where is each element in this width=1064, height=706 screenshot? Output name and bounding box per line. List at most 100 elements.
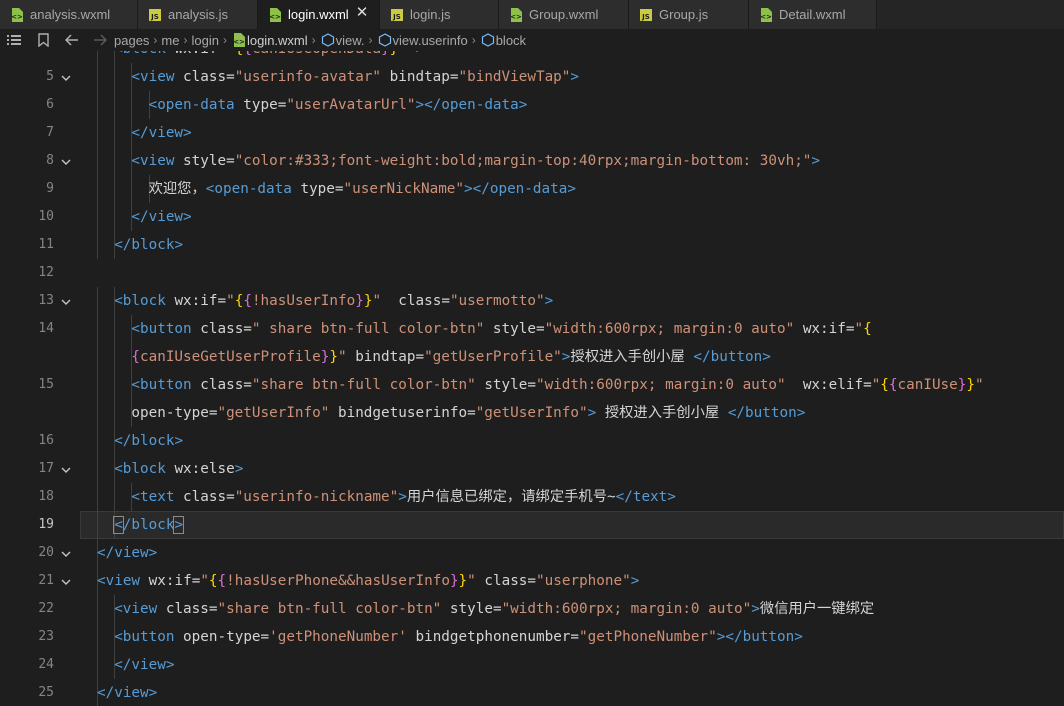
code-line[interactable]: 24 </view> [0, 651, 1064, 679]
breadcrumb-item-block[interactable]: block [496, 33, 526, 48]
tab-login-js[interactable]: JS login.js [380, 0, 499, 29]
fold-chevron-icon[interactable] [60, 155, 72, 167]
code-text[interactable]: <text class="userinfo-nickname">用户信息已绑定，… [131, 483, 676, 511]
line-number: 24 [38, 657, 54, 672]
code-line[interactable]: 17 <block wx:else> [0, 455, 1064, 483]
list-icon[interactable] [0, 29, 28, 51]
code-text[interactable]: </view> [97, 539, 157, 567]
tab-analysis-wxml[interactable]: <> analysis.wxml [0, 0, 138, 29]
tab-label: analysis.js [168, 7, 228, 22]
tab-login-wxml[interactable]: <> login.wxml ✕ [258, 0, 380, 29]
code-line[interactable]: 7 </view> [0, 119, 1064, 147]
tab-group-wxml[interactable]: <> Group.wxml [499, 0, 629, 29]
back-arrow-icon[interactable] [58, 29, 86, 51]
code-text[interactable]: <button open-type='getPhoneNumber' bindg… [114, 623, 803, 651]
breadcrumb-item-view[interactable]: view. [336, 33, 365, 48]
chevron-right-icon: › [183, 33, 188, 47]
code-line[interactable]: 19 </block> [0, 511, 1064, 539]
fold-chevron-icon[interactable] [60, 295, 72, 307]
indent-guide [97, 51, 98, 63]
code-line[interactable]: {canIUseGetUserProfile}}" bindtap="getUs… [0, 343, 1064, 371]
svg-text:JS: JS [641, 13, 650, 21]
breadcrumb-item-pages[interactable]: pages [114, 33, 149, 48]
code-line[interactable]: <block wx:if="{{canIUseOpenData}}" > [0, 51, 1064, 63]
line-number: 5 [46, 69, 54, 84]
code-line[interactable]: 9 欢迎您，<open-data type="userNickName"></op… [0, 175, 1064, 203]
code-text[interactable]: <view class="share btn-full color-btn" s… [114, 595, 874, 623]
line-number: 16 [38, 433, 54, 448]
code-text[interactable]: </view> [131, 119, 191, 147]
code-text[interactable]: <button class="share btn-full color-btn"… [131, 371, 983, 399]
code-text[interactable]: <block wx:else> [114, 455, 243, 483]
breadcrumb-item-file[interactable]: login.wxml [247, 33, 308, 48]
code-line[interactable]: 11 </block> [0, 231, 1064, 259]
fold-chevron-icon[interactable] [60, 575, 72, 587]
code-text[interactable]: </block> [114, 231, 183, 259]
code-text[interactable]: <view wx:if="{{!hasUserPhone&&hasUserInf… [97, 567, 639, 595]
chevron-right-icon: › [311, 33, 316, 47]
code-line[interactable]: 18 <text class="userinfo-nickname">用户信息已绑… [0, 483, 1064, 511]
code-text[interactable]: </block> [113, 511, 185, 539]
close-icon[interactable]: ✕ [355, 5, 369, 20]
svg-text:<>: <> [510, 13, 522, 21]
code-line[interactable]: 14 <button class=" share btn-full color-b… [0, 315, 1064, 343]
code-text[interactable]: <open-data type="userAvatarUrl"></open-d… [149, 91, 528, 119]
bookmark-icon[interactable] [28, 29, 58, 51]
code-editor[interactable]: <block wx:if="{{canIUseOpenData}}" > 5 <vi… [0, 51, 1064, 706]
code-line[interactable]: 25 </view> [0, 679, 1064, 706]
code-line[interactable]: 8 <view style="color:#333;font-weight:bol… [0, 147, 1064, 175]
fold-chevron-icon[interactable] [60, 547, 72, 559]
element-icon [320, 29, 336, 51]
line-number: 12 [38, 265, 54, 280]
code-text[interactable]: </view> [131, 203, 191, 231]
code-line[interactable]: 22 <view class="share btn-full color-btn"… [0, 595, 1064, 623]
indent-guide [114, 175, 116, 203]
code-text[interactable]: <view class="userinfo-avatar" bindtap="b… [131, 63, 579, 91]
code-line[interactable]: 23 <button open-type='getPhoneNumber' bin… [0, 623, 1064, 651]
code-line[interactable]: 20 </view> [0, 539, 1064, 567]
code-line[interactable]: 13 <block wx:if="{{!hasUserInfo}}" class=… [0, 287, 1064, 315]
tab-group-js[interactable]: JS Group.js [629, 0, 749, 29]
breadcrumb-item-view-userinfo[interactable]: view.userinfo [393, 33, 468, 48]
line-number: 25 [38, 685, 54, 700]
code-line[interactable]: open-type="getUserInfo" bindgetuserinfo=… [0, 399, 1064, 427]
code-text[interactable]: <block wx:if="{{!hasUserInfo}}" class="u… [114, 287, 553, 315]
code-line[interactable]: 16 </block> [0, 427, 1064, 455]
indent-guide [114, 371, 116, 399]
indent-guide [97, 119, 98, 147]
code-text[interactable]: </view> [97, 679, 157, 706]
indent-guide [97, 511, 98, 539]
fold-chevron-icon[interactable] [60, 71, 72, 83]
code-line[interactable]: 6 <open-data type="userAvatarUrl"></open-… [0, 91, 1064, 119]
code-text[interactable]: </block> [114, 427, 183, 455]
breadcrumb-item-me[interactable]: me [161, 33, 179, 48]
code-text[interactable]: <block wx:if="{{canIUseOpenData}}" > [114, 51, 424, 63]
breadcrumb-item-login[interactable]: login [191, 33, 218, 48]
code-line[interactable]: 21 <view wx:if="{{!hasUserPhone&&hasUserI… [0, 567, 1064, 595]
line-number: 11 [38, 237, 54, 252]
tab-analysis-js[interactable]: JS analysis.js [138, 0, 258, 29]
tab-label: Group.wxml [529, 7, 599, 22]
forward-arrow-icon[interactable] [86, 29, 114, 51]
code-line[interactable]: 5 <view class="userinfo-avatar" bindtap="… [0, 63, 1064, 91]
line-number: 17 [38, 461, 54, 476]
chevron-right-icon: › [153, 33, 158, 47]
chevron-right-icon: › [222, 33, 227, 47]
code-line[interactable]: 15 <button class="share btn-full color-bt… [0, 371, 1064, 399]
code-text[interactable]: 欢迎您，<open-data type="userNickName"></ope… [149, 175, 576, 203]
code-line[interactable]: 12 [0, 259, 1064, 287]
chevron-right-icon: › [368, 33, 373, 47]
code-line[interactable]: 10 </view> [0, 203, 1064, 231]
code-text[interactable]: </view> [114, 651, 174, 679]
indent-guide [114, 91, 116, 119]
line-number: 22 [38, 601, 54, 616]
code-text[interactable]: <view style="color:#333;font-weight:bold… [131, 147, 820, 175]
line-number: 23 [38, 629, 54, 644]
code-text[interactable]: open-type="getUserInfo" bindgetuserinfo=… [131, 399, 805, 427]
svg-text:<>: <> [760, 13, 772, 21]
tab-detail-wxml[interactable]: <> Detail.wxml [749, 0, 877, 29]
fold-chevron-icon[interactable] [60, 463, 72, 475]
code-text[interactable]: {canIUseGetUserProfile}}" bindtap="getUs… [131, 343, 770, 371]
code-text[interactable]: <button class=" share btn-full color-btn… [131, 315, 871, 343]
indent-guide [114, 203, 116, 231]
